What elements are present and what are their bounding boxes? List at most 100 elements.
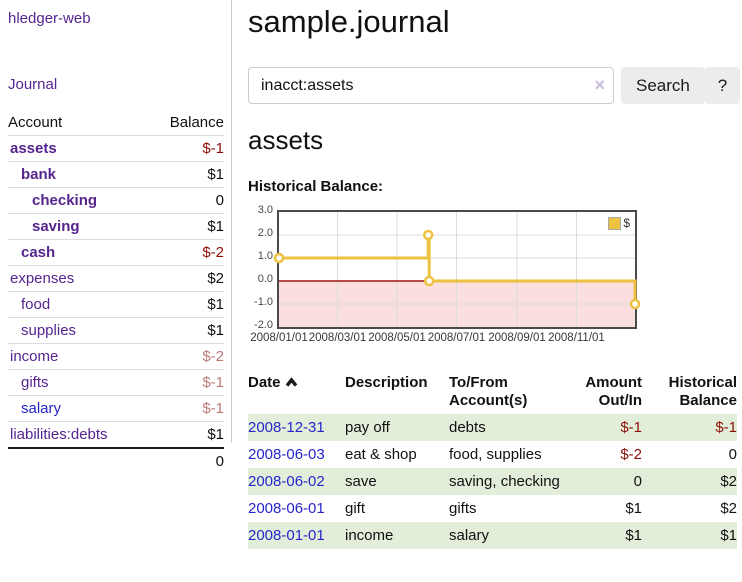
chart-plot-area[interactable]: $ [277, 210, 637, 329]
x-axis-tick: 2008/07/01 [425, 332, 489, 344]
page-title: sample.journal [248, 4, 740, 40]
account-link[interactable]: income [10, 348, 58, 365]
y-axis-tick: 3.0 [248, 204, 273, 217]
journal-nav-link[interactable]: Journal [8, 76, 224, 93]
account-link[interactable]: gifts [21, 374, 49, 391]
account-link[interactable]: salary [21, 400, 61, 417]
register-description-cell: gift [345, 495, 449, 522]
search-button[interactable]: Search [621, 67, 705, 104]
accounts-header-account: Account [8, 110, 148, 136]
account-link[interactable]: liabilities:debts [10, 426, 108, 443]
data-point-marker [424, 231, 432, 239]
register-accounts-cell: saving, checking [449, 468, 571, 495]
register-description-cell: save [345, 468, 449, 495]
register-balance-cell: $2 [642, 495, 737, 522]
account-row: expenses $2 [8, 266, 224, 292]
register-amount-cell: $-1 [571, 414, 642, 441]
amount-header: Amount Out/In [571, 371, 642, 414]
account-row: income $-2 [8, 344, 224, 370]
date-link[interactable]: 2008-06-03 [248, 446, 325, 463]
register-amount-cell: $1 [571, 522, 642, 549]
chart-canvas [279, 212, 635, 327]
chevron-up-icon [285, 375, 298, 393]
sidebar: hledger-web Journal Account Balance asse… [0, 0, 232, 443]
clear-search-icon[interactable]: × [594, 75, 605, 95]
register-header-row: Date Description To/From Account(s) Amou… [248, 371, 737, 414]
register-date-cell: 2008-01-01 [248, 522, 345, 549]
main-content: sample.journal × Search ? assets Histori… [248, 0, 740, 549]
account-row: food$1 [8, 292, 224, 318]
account-balance: $-1 [148, 396, 224, 422]
account-link[interactable]: checking [32, 192, 97, 209]
account-balance: 0 [148, 188, 224, 214]
x-axis-tick: 2008/03/01 [306, 332, 370, 344]
date-sort-header[interactable]: Date [248, 371, 345, 414]
register-description-cell: pay off [345, 414, 449, 441]
account-row: assets$-1 [8, 136, 224, 162]
account-balance: $2 [148, 266, 224, 292]
account-balance: $-2 [148, 240, 224, 266]
register-row[interactable]: 2008-06-02 savesaving, checking0$2 [248, 468, 737, 495]
register-row[interactable]: 2008-12-31pay offdebts$-1$-1 [248, 414, 737, 441]
register-row[interactable]: 2008-06-03eat & shopfood, supplies$-20 [248, 441, 737, 468]
account-link[interactable]: expenses [10, 270, 74, 287]
y-axis-tick: 0.0 [248, 273, 273, 286]
brand-link[interactable]: hledger-web [8, 10, 91, 27]
chart-title: Historical Balance: [248, 178, 740, 195]
account-row: saving$1 [8, 214, 224, 240]
date-link[interactable]: 2008-06-01 [248, 500, 325, 517]
account-row: cash $-2 [8, 240, 224, 266]
accounts-header-row: Account Balance [8, 110, 224, 136]
account-balance: $1 [148, 318, 224, 344]
balance-chart: $ 3.02.01.00.0-1.0-2.02008/01/012008/03/… [248, 208, 740, 348]
register-table: Date Description To/From Account(s) Amou… [248, 371, 737, 549]
y-axis-tick: 1.0 [248, 250, 273, 263]
y-axis-tick: 2.0 [248, 227, 273, 240]
account-balance: $-1 [148, 370, 224, 396]
account-row: gifts $-1 [8, 370, 224, 396]
accounts-header: To/From Account(s) [449, 371, 571, 414]
date-link[interactable]: 2008-12-31 [248, 419, 325, 436]
account-heading: assets [248, 125, 740, 156]
account-balance: $-2 [148, 344, 224, 370]
description-header: Description [345, 371, 449, 414]
account-row: checking 0 [8, 188, 224, 214]
register-accounts-cell: salary [449, 522, 571, 549]
register-balance-cell: $-1 [642, 414, 737, 441]
register-amount-cell: 0 [571, 468, 642, 495]
register-balance-cell: $2 [642, 468, 737, 495]
data-point-marker [425, 277, 433, 285]
account-link[interactable]: bank [21, 166, 56, 183]
chart-legend: $ [606, 215, 632, 231]
register-date-cell: 2008-06-01 [248, 495, 345, 522]
data-point-marker [275, 254, 283, 262]
register-date-cell: 2008-06-03 [248, 441, 345, 468]
register-date-cell: 2008-12-31 [248, 414, 345, 441]
data-point-marker [631, 300, 639, 308]
help-button[interactable]: ? [705, 67, 740, 104]
account-link[interactable]: cash [21, 244, 55, 261]
register-date-cell: 2008-06-02 [248, 468, 345, 495]
account-row: supplies $1 [8, 318, 224, 344]
register-row[interactable]: 2008-06-01giftgifts$1$2 [248, 495, 737, 522]
search-field-wrapper: × [248, 67, 614, 104]
account-link[interactable]: saving [32, 218, 80, 235]
search-form: × Search ? [248, 67, 740, 104]
account-row: salary $-1 [8, 396, 224, 422]
account-link[interactable]: supplies [21, 322, 76, 339]
y-axis-tick: -1.0 [248, 296, 273, 309]
account-link[interactable]: food [21, 296, 50, 313]
account-link[interactable]: assets [10, 140, 57, 157]
accounts-total-value: 0 [148, 448, 224, 474]
register-accounts-cell: food, supplies [449, 441, 571, 468]
register-amount-cell: $1 [571, 495, 642, 522]
register-balance-cell: 0 [642, 441, 737, 468]
register-row[interactable]: 2008-01-01incomesalary$1$1 [248, 522, 737, 549]
register-balance-cell: $1 [642, 522, 737, 549]
accounts-total-row: 0 [8, 448, 224, 474]
register-amount-cell: $-2 [571, 441, 642, 468]
date-link[interactable]: 2008-06-02 [248, 473, 325, 490]
x-axis-tick: 2008/01/01 [247, 332, 311, 344]
search-input[interactable] [248, 67, 614, 104]
date-link[interactable]: 2008-01-01 [248, 527, 325, 544]
